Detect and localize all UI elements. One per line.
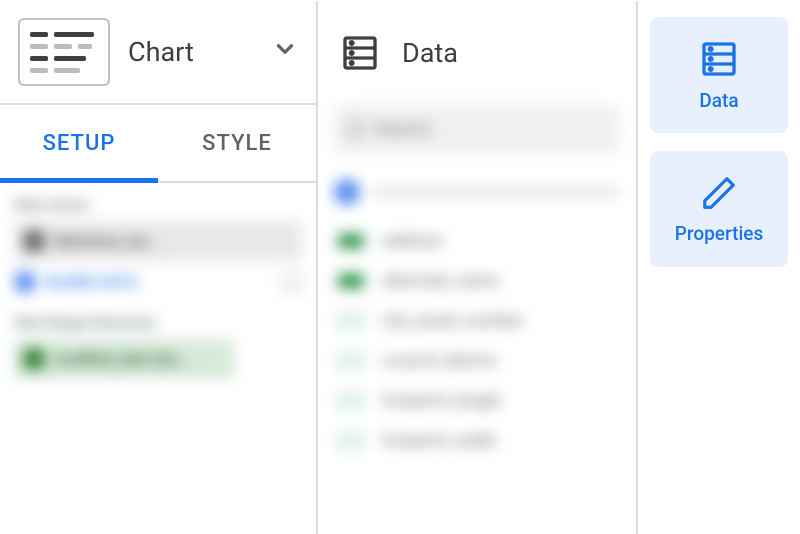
field-type-icon xyxy=(338,234,364,248)
properties-root: Chart SETUP STYLE Data source bikeshare_… xyxy=(0,0,800,534)
sidebar-data-button[interactable]: Data xyxy=(650,17,788,133)
calendar-icon xyxy=(24,349,44,369)
data-panel-header: Data xyxy=(318,1,636,105)
field-search[interactable] xyxy=(334,105,620,153)
date-range-value: modified_date (Da... xyxy=(54,350,189,368)
datasource-icon xyxy=(24,231,44,251)
sidebar-properties-button[interactable]: Properties xyxy=(650,151,788,267)
field-row[interactable]: address xyxy=(334,231,620,251)
table-chart-icon xyxy=(18,18,110,86)
field-name: footprint_width xyxy=(382,431,496,451)
data-panel-title: Data xyxy=(402,37,458,69)
field-row[interactable]: footprint_width xyxy=(334,431,620,451)
chart-panel: Chart SETUP STYLE Data source bikeshare_… xyxy=(0,1,318,534)
field-name: alternate_name xyxy=(382,271,499,291)
data-source-value: bikeshare_sta... xyxy=(54,232,159,250)
config-tabs: SETUP STYLE xyxy=(0,105,316,183)
field-type-icon xyxy=(338,354,364,368)
source-dot-icon xyxy=(334,179,360,205)
field-type-icon xyxy=(338,274,364,288)
sidebar-data-label: Data xyxy=(699,89,738,112)
database-icon xyxy=(340,33,380,73)
setup-body: Data source bikeshare_sta... BLEND DATA … xyxy=(0,183,316,534)
field-type-icon xyxy=(338,394,364,408)
field-name: council_district xyxy=(382,351,497,371)
field-name: city_asset_number xyxy=(382,311,523,331)
source-indicator[interactable] xyxy=(334,179,620,205)
search-input[interactable] xyxy=(374,119,606,140)
help-icon[interactable] xyxy=(282,272,302,292)
date-range-chip[interactable]: modified_date (Da... xyxy=(14,339,234,379)
field-name: footprint_length xyxy=(382,391,502,411)
data-body: address alternate_name city_asset_numberco… xyxy=(318,105,636,534)
chevron-down-icon xyxy=(272,35,298,70)
tab-style[interactable]: STYLE xyxy=(158,105,316,181)
sidebar-properties-label: Properties xyxy=(675,222,764,245)
data-source-chip[interactable]: bikeshare_sta... xyxy=(14,221,302,261)
field-row[interactable]: alternate_name xyxy=(334,271,620,291)
field-row[interactable]: council_district xyxy=(334,351,620,371)
source-name-placeholder xyxy=(372,189,620,195)
database-icon xyxy=(699,39,739,79)
field-name: address xyxy=(382,231,443,251)
date-range-label: Date Range Dimension xyxy=(14,315,302,331)
chart-type-label: Chart xyxy=(128,36,254,68)
chart-type-dropdown[interactable]: Chart xyxy=(0,1,316,105)
tab-setup[interactable]: SETUP xyxy=(0,105,158,181)
field-row[interactable]: city_asset_number xyxy=(334,311,620,331)
blend-label: BLEND DATA xyxy=(46,273,138,291)
field-type-icon xyxy=(338,314,364,328)
right-sidebar: Data Properties xyxy=(638,1,800,534)
field-type-icon xyxy=(338,434,364,448)
pencil-icon xyxy=(700,174,738,212)
search-icon xyxy=(348,120,364,138)
blend-data-row[interactable]: BLEND DATA xyxy=(14,271,302,293)
blend-icon xyxy=(14,271,36,293)
data-panel: Data address alternate_name city_asset_num… xyxy=(318,1,638,534)
field-row[interactable]: footprint_length xyxy=(334,391,620,411)
data-source-label: Data source xyxy=(14,197,302,213)
